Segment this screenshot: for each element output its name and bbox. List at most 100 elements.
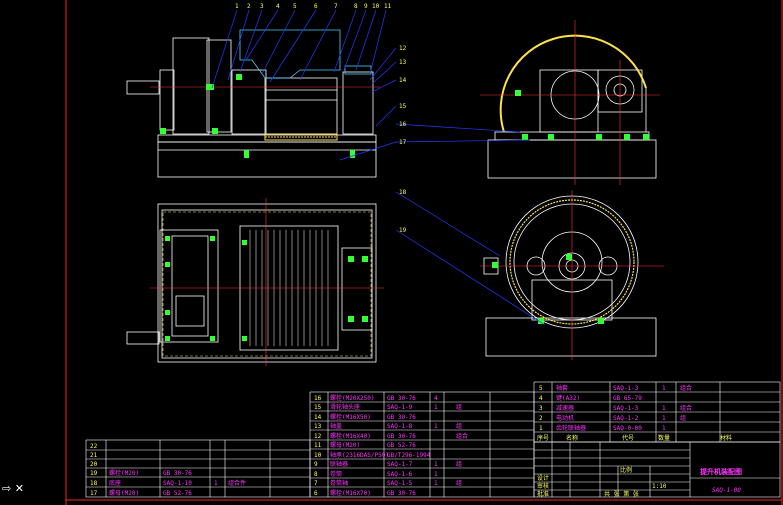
pm-no-16: 16 [314,395,322,402]
pl-std-19: GB 30-76 [163,470,192,477]
pr-qty-3: 1 [662,405,666,412]
callout-12: 12 [399,45,407,52]
callout-8: 8 [354,3,358,10]
pm-std-13: SAQ-1-8 [387,423,413,430]
pr-no-4: 4 [539,395,543,402]
pl-name-19: 螺栓(M20) [109,469,139,477]
pl-no-21: 21 [90,452,98,459]
callout-10: 10 [372,3,380,10]
pm-qty-16: 4 [434,395,438,402]
pm-mat-13: 组 [456,422,462,430]
pr-name-2: 电动机 [556,414,574,422]
pr-mat-5: 组合 [680,384,692,392]
pl-std-18: SAQ-1-10 [163,480,192,487]
pm-name-16: 螺栓(M20X250) [330,394,375,402]
pm-name-13: 轴盖 [330,422,342,430]
pr-no-2: 2 [539,415,543,422]
pl-no-20: 20 [90,461,98,468]
pr-no-1: 1 [539,425,543,432]
pm-qty-9: 1 [434,461,438,468]
pm-qty-13: 1 [434,423,438,430]
section-view [483,195,657,357]
pm-mat-12: 组合 [456,432,468,440]
pm-name-15: 滑轮轴头座 [330,403,360,411]
pm-std-10: GB/T296-1994 [387,452,431,459]
pl-qty-18: 1 [214,480,218,487]
pm-std-9: SAQ-1-7 [387,461,413,468]
callout-11: 11 [384,3,392,10]
scale-value: 1:10 [652,483,667,490]
pm-std-8: SAQ-1-6 [387,471,413,478]
pm-name-10: 轴承(2316DAS/P50) [330,451,389,459]
pr-qty-5: 1 [662,385,666,392]
parts-list-left: 22 21 20 19 18 17 螺栓(M20) 底座 螺母(M20) GB … [85,439,311,498]
pr-std-4: GB 65-79 [613,395,642,402]
pr-mat-3: 组合 [680,404,692,412]
pm-no-7: 7 [314,480,318,487]
callout-labels: 1 2 3 4 5 6 7 8 9 10 11 12 13 14 15 16 1… [235,3,407,234]
sheet-info: 共 张 第 张 [604,490,639,498]
pm-std-11: GB 52-76 [387,442,416,449]
pl-mat-18: 组合件 [228,479,246,487]
pl-std-17: GB 52-76 [163,490,192,497]
pm-mat-9: 组 [456,460,462,468]
drawing-title: 提升机装配图 [699,467,742,476]
pm-std-16: GB 30-76 [387,395,416,402]
pl-no-22: 22 [90,443,98,450]
pm-qty-8: 1 [434,471,438,478]
pm-name-7: 卷筒轴 [330,479,348,487]
parts-list-middle: 16 15 14 13 12 11 10 9 8 7 6 螺栓(M20X250)… [309,391,535,498]
pl-name-18: 底座 [109,479,121,487]
pr-name-4: 键(A32) [556,394,580,402]
pm-qty-7: 1 [434,480,438,487]
pm-name-9: 联轴器 [330,460,348,468]
pr-name-1: 齿轮联轴器 [556,424,586,432]
pm-no-8: 8 [314,471,318,478]
pm-std-6: GB 30-76 [387,490,416,497]
pm-std-7: SAQ-1-5 [387,480,413,487]
cad-drawing-canvas: 1 2 3 4 5 6 7 8 9 10 11 12 13 14 15 16 1… [2,0,783,505]
pm-no-12: 12 [314,433,322,440]
pr-name-5: 轴套 [556,384,568,392]
pr-std-2: SAQ-1-2 [613,415,639,422]
pr-qty-1: 1 [662,425,666,432]
title-block: 提升机装配图 SAQ-1-00 比例 1:10 共 张 第 张 设计 审核 批准 [533,441,781,498]
callout-17: 17 [399,139,407,146]
pr-std-1: SAQ-0-00 [613,425,642,432]
pm-qty-15: 1 [434,404,438,411]
pm-no-6: 6 [314,490,318,497]
hdr-mat: 材料 [720,434,732,442]
callout-9: 9 [364,3,368,10]
pm-std-15: SAQ-1-9 [387,404,413,411]
pm-no-14: 14 [314,414,322,421]
pm-name-8: 卷筒 [330,470,342,478]
hdr-std: 代号 [622,434,634,442]
plan-view [126,203,377,363]
pr-std-3: SAQ-1-3 [613,405,639,412]
ucs-cursor-icon: ⇨ ✕ [2,482,24,495]
callout-15: 15 [399,103,407,110]
pm-no-13: 13 [314,423,322,430]
callout-2: 2 [247,3,251,10]
callout-4: 4 [276,3,280,10]
hdr-no: 序号 [537,434,549,442]
pl-no-19: 19 [90,470,98,477]
side-view-details [480,20,660,185]
pm-name-6: 螺栓(M16X70) [330,489,371,497]
callout-6: 6 [314,3,318,10]
callout-14: 14 [399,77,407,84]
hdr-name: 名称 [566,434,578,442]
pm-name-11: 螺母(M20) [330,441,360,449]
hdr-qty: 数量 [658,434,670,442]
pr-no-5: 5 [539,385,543,392]
plan-view-details [150,198,384,366]
designer-label: 设计 [537,474,549,482]
callout-13: 13 [399,59,407,66]
pm-std-14: GB 30-76 [387,414,416,421]
scale-label: 比例 [620,466,632,474]
pm-no-9: 9 [314,461,318,468]
drawing-number: SAQ-1-00 [712,487,741,494]
callout-18: 18 [399,189,407,196]
pr-qty-2: 1 [662,415,666,422]
pm-name-14: 螺栓(M16X50) [330,413,371,421]
